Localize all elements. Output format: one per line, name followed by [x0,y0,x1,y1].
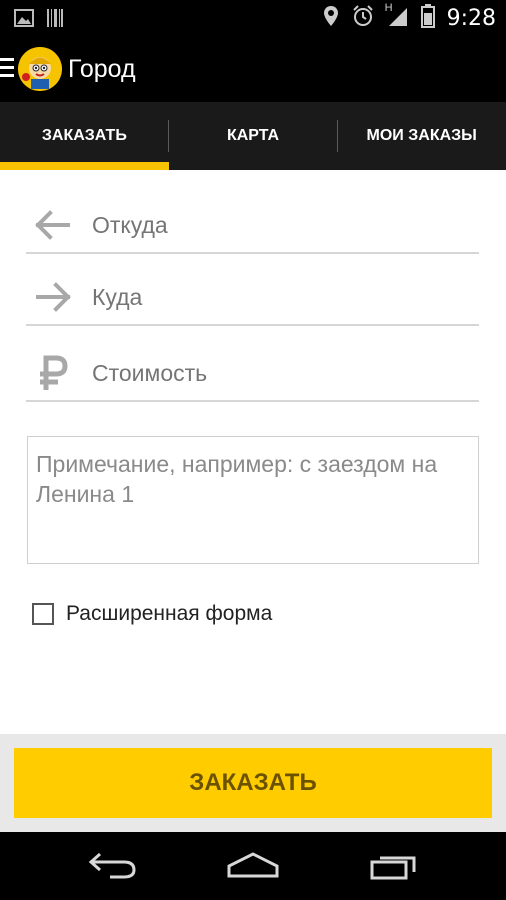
to-input[interactable] [92,284,472,311]
extended-form-label: Расширенная форма [66,602,273,625]
cost-input[interactable] [92,360,472,387]
tab-map[interactable]: КАРТА [169,102,338,170]
navigation-bar [0,832,506,900]
tab-map-label: КАРТА [226,127,280,144]
from-field[interactable] [26,200,479,254]
clock: 9:28 [446,6,496,31]
ruble-icon [34,354,72,392]
alarm-icon [351,4,375,33]
image-icon [14,9,34,32]
tab-order-label: ЗАКАЗАТЬ [41,127,127,144]
arrow-right-icon [34,278,72,316]
tab-order[interactable]: ЗАКАЗАТЬ [0,102,169,170]
location-icon [323,5,339,32]
action-bar: Город [0,36,506,102]
order-form: Примечание, например: с заездом на Ленин… [0,170,506,734]
home-icon[interactable] [226,850,280,885]
extended-form-checkbox[interactable] [32,603,54,625]
order-button[interactable]: ЗАКАЗАТЬ [14,748,492,818]
tab-bar: ЗАКАЗАТЬ КАРТА МОИ ЗАКАЗЫ [0,102,506,170]
order-button-bar: ЗАКАЗАТЬ [0,734,506,832]
to-underline [26,324,479,326]
back-icon[interactable] [88,850,138,885]
recent-apps-icon[interactable] [370,850,420,885]
cost-field[interactable] [26,348,479,402]
tab-my-orders[interactable]: МОИ ЗАКАЗЫ [337,102,506,170]
app-title: Город [68,55,136,83]
extended-form-toggle[interactable]: Расширенная форма [32,602,272,626]
app-logo[interactable] [18,47,62,91]
arrow-left-icon [34,206,72,244]
battery-icon [420,4,435,33]
status-bar: H 9:28 [0,0,506,36]
tab-divider [168,120,169,152]
from-underline [26,252,479,254]
barcode-icon [46,8,64,33]
order-button-label: ЗАКАЗАТЬ [189,769,317,796]
from-input[interactable] [92,212,472,239]
hamburger-menu-icon[interactable] [0,58,14,80]
tab-my-orders-label: МОИ ЗАКАЗЫ [366,127,477,144]
tab-divider [337,120,338,152]
note-textarea[interactable]: Примечание, например: с заездом на Ленин… [27,436,479,564]
cost-underline [26,400,479,402]
to-field[interactable] [26,272,479,326]
signal-icon: H [384,2,409,33]
network-type: H [384,2,393,14]
